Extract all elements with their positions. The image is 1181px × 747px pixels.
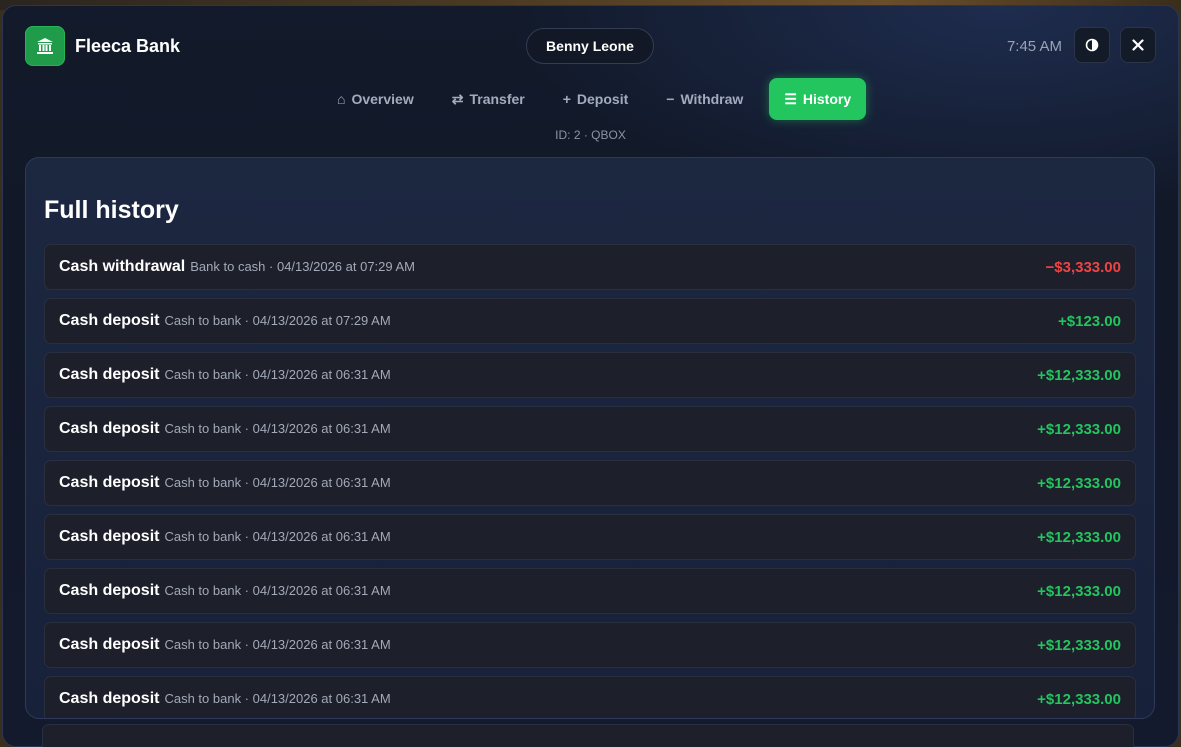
transaction-title: Cash withdrawal bbox=[59, 258, 186, 275]
minus-icon: − bbox=[666, 91, 675, 107]
tab-withdraw[interactable]: − Withdraw bbox=[654, 78, 755, 120]
list-icon: ☰ bbox=[784, 90, 797, 107]
transaction-title: Cash deposit bbox=[59, 690, 160, 707]
transaction-amount: +$123.00 bbox=[1058, 312, 1121, 330]
brand-name: Fleeca Bank bbox=[75, 36, 181, 56]
tab-withdraw-label: Withdraw bbox=[680, 91, 744, 107]
transaction-detail: Bank to cash · 04/13/2026 at 07:29 AM bbox=[190, 259, 416, 274]
transaction-row[interactable]: Cash deposit Cash to bank · 04/13/2026 a… bbox=[44, 352, 1136, 398]
transaction-info: Cash deposit Cash to bank · 04/13/2026 a… bbox=[59, 528, 391, 546]
tab-deposit-label: Deposit bbox=[576, 91, 629, 107]
transfer-icon: ⇄ bbox=[451, 90, 464, 107]
close-button[interactable] bbox=[1120, 27, 1156, 63]
tab-overview-label: Overview bbox=[351, 91, 414, 107]
transaction-detail: Cash to bank · 04/13/2026 at 07:29 AM bbox=[164, 313, 391, 328]
transaction-row[interactable]: Cash deposit Cash to bank · 04/13/2026 a… bbox=[44, 676, 1136, 718]
tab-history-label: History bbox=[802, 91, 852, 107]
tab-transfer-label: Transfer bbox=[469, 91, 525, 107]
transaction-row[interactable]: Cash deposit Cash to bank · 04/13/2026 a… bbox=[44, 406, 1136, 452]
transaction-info: Cash deposit Cash to bank · 04/13/2026 a… bbox=[59, 366, 391, 384]
transaction-row[interactable]: Cash deposit Cash to bank · 04/13/2026 a… bbox=[44, 568, 1136, 614]
transaction-amount: +$12,333.00 bbox=[1037, 636, 1121, 654]
transaction-list: Cash withdrawal Bank to cash · 04/13/202… bbox=[44, 244, 1136, 718]
transaction-info: Cash deposit Cash to bank · 04/13/2026 a… bbox=[59, 420, 391, 438]
contrast-icon bbox=[1085, 38, 1099, 52]
transaction-detail: Cash to bank · 04/13/2026 at 06:31 AM bbox=[164, 367, 391, 382]
bank-icon bbox=[37, 38, 53, 54]
transaction-title: Cash deposit bbox=[59, 366, 160, 383]
transaction-amount: +$12,333.00 bbox=[1037, 582, 1121, 600]
tab-overview[interactable]: ⌂ Overview bbox=[325, 78, 426, 120]
transaction-detail: Cash to bank · 04/13/2026 at 06:31 AM bbox=[164, 529, 391, 544]
tab-history[interactable]: ☰ History bbox=[769, 78, 867, 120]
tab-deposit[interactable]: + Deposit bbox=[551, 78, 641, 120]
main-nav: ⌂ Overview ⇄ Transfer + Deposit − Withdr… bbox=[325, 78, 880, 120]
user-name-pill: Benny Leone bbox=[526, 28, 654, 64]
transaction-title: Cash deposit bbox=[59, 636, 160, 653]
bank-window: Fleeca Bank Benny Leone 7:45 AM ⌂ Overvi… bbox=[2, 5, 1179, 747]
transaction-amount: +$12,333.00 bbox=[1037, 366, 1121, 384]
transaction-row[interactable]: Cash deposit Cash to bank · 04/13/2026 a… bbox=[44, 514, 1136, 560]
transaction-info: Cash deposit Cash to bank · 04/13/2026 a… bbox=[59, 636, 391, 654]
close-icon bbox=[1132, 39, 1144, 51]
history-panel: Full history Cash withdrawal Bank to cas… bbox=[25, 157, 1155, 719]
home-icon: ⌂ bbox=[337, 91, 346, 107]
transaction-detail: Cash to bank · 04/13/2026 at 06:31 AM bbox=[164, 475, 391, 490]
account-id: ID: 2 · QBOX bbox=[555, 128, 626, 142]
transaction-info: Cash deposit Cash to bank · 04/13/2026 a… bbox=[59, 474, 391, 492]
transaction-row[interactable]: Cash deposit Cash to bank · 04/13/2026 a… bbox=[44, 460, 1136, 506]
theme-toggle-button[interactable] bbox=[1074, 27, 1110, 63]
transaction-row[interactable]: Cash deposit Cash to bank · 04/13/2026 a… bbox=[44, 622, 1136, 668]
transaction-detail: Cash to bank · 04/13/2026 at 06:31 AM bbox=[164, 637, 391, 652]
transaction-title: Cash deposit bbox=[59, 420, 160, 437]
transaction-amount: −$3,333.00 bbox=[1045, 258, 1122, 276]
transaction-row[interactable]: Cash withdrawal Bank to cash · 04/13/202… bbox=[44, 244, 1136, 290]
transaction-amount: +$12,333.00 bbox=[1037, 528, 1121, 546]
transaction-amount: +$12,333.00 bbox=[1037, 420, 1121, 438]
transaction-info: Cash deposit Cash to bank · 04/13/2026 a… bbox=[59, 582, 391, 600]
transaction-title: Cash deposit bbox=[59, 528, 160, 545]
transaction-info: Cash deposit Cash to bank · 04/13/2026 a… bbox=[59, 690, 391, 708]
transaction-amount: +$12,333.00 bbox=[1037, 474, 1121, 492]
transaction-title: Cash deposit bbox=[59, 312, 160, 329]
clock: 7:45 AM bbox=[1006, 38, 1062, 55]
tab-transfer[interactable]: ⇄ Transfer bbox=[440, 78, 537, 120]
transaction-title: Cash deposit bbox=[59, 582, 160, 599]
transaction-title: Cash deposit bbox=[59, 474, 160, 491]
plus-icon: + bbox=[562, 91, 571, 107]
page-title: Full history bbox=[44, 196, 179, 224]
overflow-row-peek bbox=[42, 724, 1134, 747]
transaction-info: Cash deposit Cash to bank · 04/13/2026 a… bbox=[59, 312, 391, 330]
transaction-amount: +$12,333.00 bbox=[1037, 690, 1121, 708]
bank-logo bbox=[25, 26, 65, 66]
header: Fleeca Bank Benny Leone 7:45 AM ⌂ Overvi… bbox=[3, 6, 1178, 156]
transaction-row[interactable]: Cash deposit Cash to bank · 04/13/2026 a… bbox=[44, 298, 1136, 344]
transaction-detail: Cash to bank · 04/13/2026 at 06:31 AM bbox=[164, 583, 391, 598]
transaction-info: Cash withdrawal Bank to cash · 04/13/202… bbox=[59, 258, 415, 276]
transaction-detail: Cash to bank · 04/13/2026 at 06:31 AM bbox=[164, 691, 391, 706]
transaction-detail: Cash to bank · 04/13/2026 at 06:31 AM bbox=[164, 421, 391, 436]
